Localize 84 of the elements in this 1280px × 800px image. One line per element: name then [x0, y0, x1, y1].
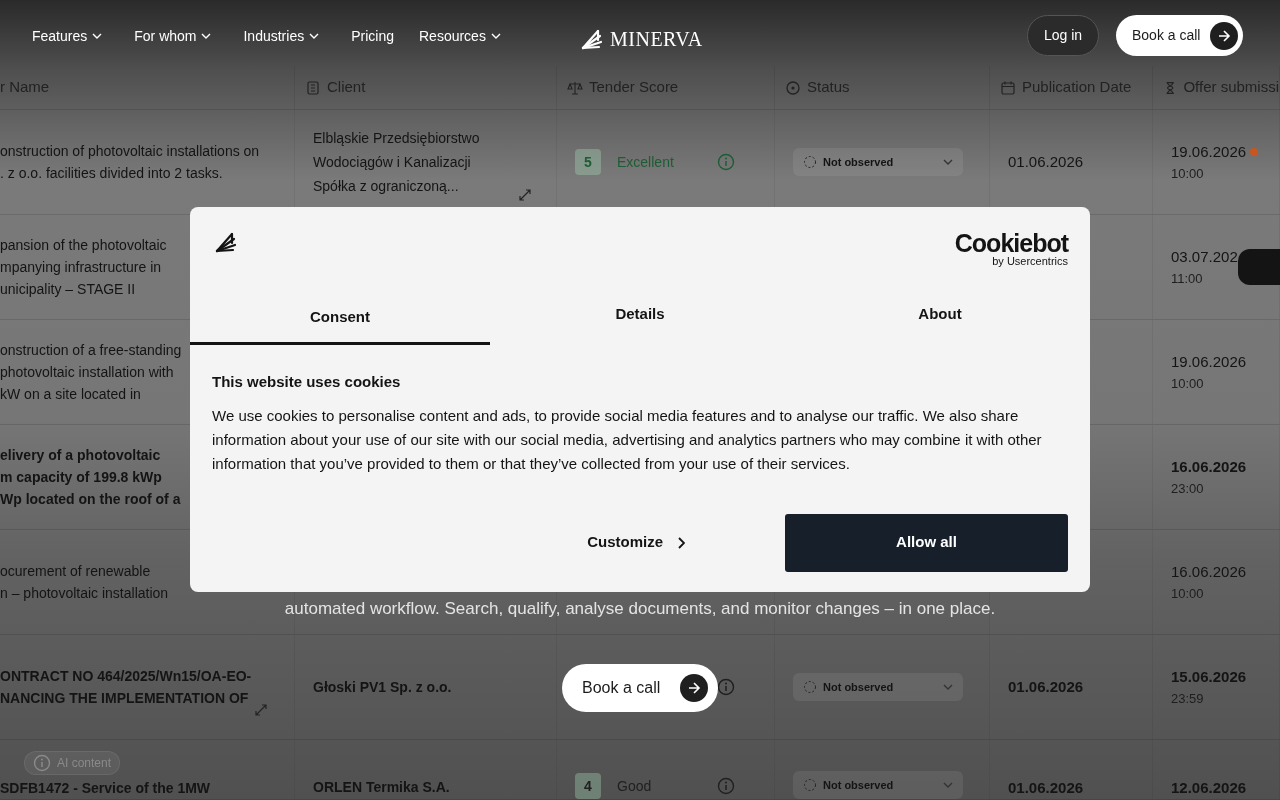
hero-subtitle: automated workflow. Search, qualify, analyse documents, and monitor changes – in one place.: [283, 598, 997, 620]
client-name: Głoski PV1 Sp. z o.o.: [313, 678, 452, 697]
client-name: Spółka z ograniczoną...: [313, 177, 459, 196]
dialog-tab[interactable]: Consent: [190, 287, 490, 345]
tender-name[interactable]: elivery of a photovoltaic: [0, 444, 161, 466]
score-label: Excellent: [617, 152, 674, 172]
tender-name[interactable]: n – photovoltaic installation: [0, 582, 169, 604]
deadline-date: 19.06.2026: [1171, 352, 1247, 372]
status-dropdown[interactable]: Not observed: [793, 147, 963, 177]
publication-date: 01.06.2026: [1008, 151, 1084, 172]
chevron-down-icon: [92, 31, 103, 41]
chevron-down-icon: [943, 682, 953, 692]
deadline-date: 19.06.2026: [1171, 142, 1247, 162]
book-call-button[interactable]: Book a call: [1116, 15, 1244, 56]
tender-name[interactable]: m capacity of 199.8 kWp: [0, 466, 162, 488]
score-value: 4: [575, 773, 601, 799]
tender-name[interactable]: SDFB1472 - Service of the 1MW: [0, 777, 211, 799]
nav-link[interactable]: Industries: [243, 25, 320, 47]
tender-name[interactable]: pansion of the photovoltaic: [0, 234, 167, 256]
tender-name[interactable]: unicipality – STAGE II: [0, 278, 136, 300]
chevron-down-icon: [943, 157, 953, 167]
nav-link[interactable]: Features: [32, 25, 103, 47]
tender-name[interactable]: ONTRACT NO 464/2025/Wn15/OA-EO-: [0, 665, 252, 687]
brand-name[interactable]: MINERVA: [610, 24, 703, 54]
arrow-right-icon: [1217, 28, 1232, 43]
client-name: Elbląskie Przedsiębiorstwo: [313, 129, 480, 148]
nav-link[interactable]: Resources: [419, 25, 501, 47]
tender-name[interactable]: onstruction of a free-standing: [0, 339, 182, 361]
tender-name[interactable]: kW on a site located in: [0, 383, 141, 405]
dashed-circle-icon: [803, 777, 817, 792]
status-dropdown[interactable]: Not observed: [793, 770, 963, 799]
dialog-text: We use cookies to personalise content and ads, to provide social media features and to analyse our traffic. We also share information about your use of our site with our social media, advertising and analytics partners who may combine it with other information that you’ve provided to them or that they’ve collected from your use of their services.: [212, 405, 1043, 474]
building-icon: [305, 79, 321, 96]
score-value: 5: [575, 149, 601, 175]
tender-name[interactable]: ocurement of renewable: [0, 560, 151, 582]
info-icon: [717, 153, 735, 171]
calendar-icon: [1000, 79, 1016, 96]
tender-name[interactable]: Wp located on the roof of a: [0, 488, 181, 510]
client-name: Wodociągów i Kanalizacji: [313, 153, 471, 172]
tender-name[interactable]: . z o.o. facilities divided into 2 tasks.: [0, 162, 223, 184]
info-icon: [717, 777, 735, 795]
dashed-circle-icon: [803, 155, 817, 169]
chat-widget[interactable]: [1238, 249, 1280, 285]
client-name: ORLEN Termika S.A.: [313, 778, 450, 797]
info-icon: [33, 754, 51, 772]
allow-all-button[interactable]: Allow all: [785, 513, 1068, 572]
tender-name[interactable]: photovoltaic installation with: [0, 361, 174, 383]
tender-name[interactable]: onstruction of photovoltaic installations on: [0, 140, 260, 162]
nav-link[interactable]: Pricing: [351, 25, 394, 47]
deadline-date: 15.06.2026: [1171, 667, 1247, 687]
deadline-time: 23:59: [1171, 689, 1204, 708]
deadline-time: 10:00: [1171, 584, 1204, 603]
deadline-time: 10:00: [1171, 164, 1204, 183]
chevron-right-icon: [677, 536, 685, 549]
deadline-time: 11:00: [1171, 269, 1203, 288]
dialog-tab[interactable]: Details: [490, 287, 790, 345]
deadline-time: 10:00: [1171, 374, 1204, 393]
deadline-time: 23:00: [1171, 479, 1204, 498]
chevron-down-icon: [309, 31, 320, 41]
deadline-date: 12.06.2026: [1171, 777, 1247, 798]
dialog-heading: This website uses cookies: [212, 372, 402, 392]
deadline-date: 03.07.202: [1171, 247, 1238, 267]
chevron-down-icon: [201, 31, 212, 41]
dialog-tab[interactable]: About: [790, 287, 1090, 345]
tender-name[interactable]: NANCING THE IMPLEMENTATION OF: [0, 687, 249, 709]
target-icon: [785, 79, 801, 96]
nav-link[interactable]: For whom: [134, 25, 212, 47]
book-call-button[interactable]: Book a call: [562, 664, 718, 712]
cookiebot-tagline: by Usercentrics: [992, 256, 1068, 267]
deadline-date: 16.06.2026: [1171, 562, 1247, 582]
dashed-circle-icon: [803, 680, 817, 694]
deadline-date: 16.06.2026: [1171, 457, 1247, 477]
publication-date: 01.06.2026: [1008, 777, 1084, 798]
publication-date: 01.06.2026: [1008, 676, 1084, 697]
logo-icon: [214, 231, 236, 253]
tender-name[interactable]: mpanying infrastructure in: [0, 256, 162, 278]
arrow-right-icon: [687, 681, 701, 695]
status-dropdown[interactable]: Not observed: [793, 672, 963, 702]
cookiebot-logo-text: Cookiebot: [954, 231, 1068, 256]
info-icon: [717, 678, 735, 696]
scale-icon: [567, 79, 583, 96]
chevron-down-icon: [490, 31, 501, 41]
customize-button[interactable]: Customize: [581, 530, 691, 555]
logo-icon: [580, 28, 602, 50]
